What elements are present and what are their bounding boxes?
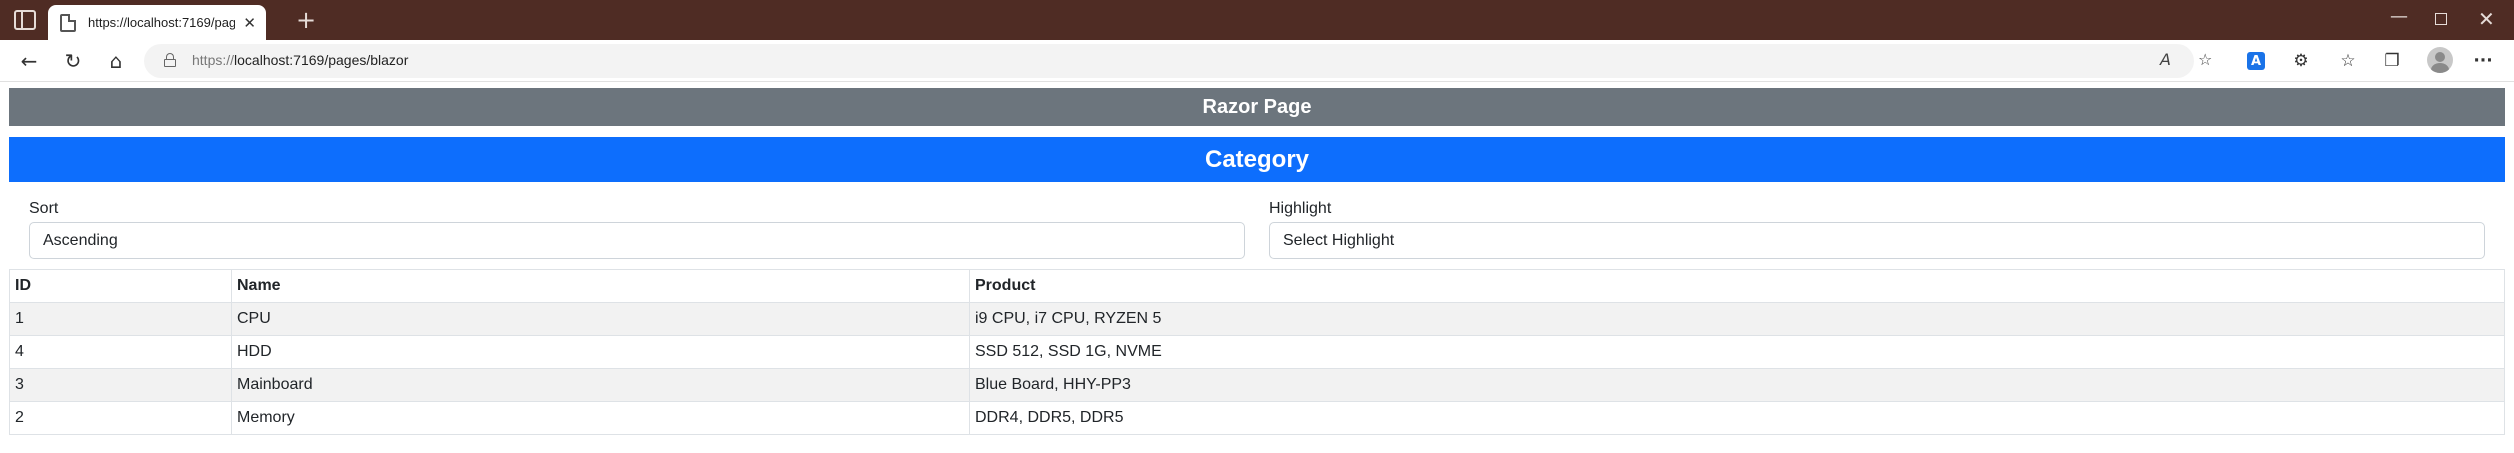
table-row[interactable]: 4 HDD SSD 512, SSD 1G, NVME [9, 335, 2505, 369]
browser-toolbar: ← ↻ ⌂ https://localhost:7169/pages/blazo… [0, 40, 2514, 82]
table-row[interactable]: 3 Mainboard Blue Board, HHY-PP3 [9, 368, 2505, 402]
tab-actions-icon[interactable] [14, 10, 36, 30]
tab-close-icon[interactable]: ✕ [243, 14, 256, 32]
table-row[interactable]: 1 CPU i9 CPU, i7 CPU, RYZEN 5 [9, 302, 2505, 336]
cell-name: CPU [231, 302, 970, 336]
tab-title: https://localhost:7169/pages/blazor [88, 15, 236, 30]
browser-titlebar: https://localhost:7169/pages/blazor ✕ + … [0, 0, 2514, 40]
page-favicon-icon [60, 13, 76, 32]
refresh-icon[interactable]: ↻ [60, 48, 86, 74]
column-header-product[interactable]: Product [969, 269, 2505, 303]
cell-product: SSD 512, SSD 1G, NVME [969, 335, 2505, 369]
column-header-id[interactable]: ID [9, 269, 232, 303]
column-header-name[interactable]: Name [231, 269, 970, 303]
cell-id: 3 [9, 368, 232, 402]
sort-label: Sort [29, 200, 59, 217]
address-url[interactable]: https://localhost:7169/pages/blazor [192, 52, 408, 68]
add-favorite-icon[interactable]: ☆ [2198, 50, 2212, 69]
minimize-icon[interactable]: — [2390, 6, 2408, 27]
cell-name: HDD [231, 335, 970, 369]
read-aloud-icon[interactable]: A [2160, 50, 2171, 69]
extensions-icon[interactable]: ⚙ [2290, 50, 2312, 72]
cell-product: i9 CPU, i7 CPU, RYZEN 5 [969, 302, 2505, 336]
collections-icon[interactable]: ❐ [2381, 50, 2403, 72]
browser-tab[interactable]: https://localhost:7169/pages/blazor ✕ [48, 5, 266, 40]
cell-name: Memory [231, 401, 970, 435]
cell-id: 1 [9, 302, 232, 336]
table-row[interactable]: 2 Memory DDR4, DDR5, DDR5 [9, 401, 2505, 435]
address-bar[interactable]: https://localhost:7169/pages/blazor A ☆ [144, 44, 2212, 78]
cell-id: 4 [9, 335, 232, 369]
translate-icon[interactable]: A [2247, 52, 2265, 70]
lock-icon[interactable] [164, 53, 176, 67]
page-content: Razor Page Category Sort Ascending Highl… [0, 83, 2514, 453]
cell-product: Blue Board, HHY-PP3 [969, 368, 2505, 402]
cell-name: Mainboard [231, 368, 970, 402]
new-tab-icon[interactable]: + [296, 8, 316, 32]
more-menu-icon[interactable]: ··· [2472, 50, 2494, 72]
table-header-row: ID Name Product [9, 269, 2505, 303]
favorites-icon[interactable]: ☆ [2337, 50, 2359, 72]
maximize-icon[interactable] [2435, 13, 2447, 25]
window-close-icon[interactable]: ✕ [2478, 7, 2495, 31]
highlight-label: Highlight [1269, 200, 1332, 217]
category-table: ID Name Product 1 CPU i9 CPU, i7 CPU, RY… [9, 269, 2505, 435]
cell-id: 2 [9, 401, 232, 435]
cell-product: DDR4, DDR5, DDR5 [969, 401, 2505, 435]
razor-page-header: Razor Page [9, 88, 2505, 126]
sort-select[interactable]: Ascending [29, 222, 1245, 259]
highlight-select[interactable]: Select Highlight [1269, 222, 2485, 259]
profile-avatar[interactable] [2427, 47, 2453, 73]
home-icon[interactable]: ⌂ [103, 48, 129, 74]
category-title: Category [9, 137, 2505, 182]
back-arrow-icon[interactable]: ← [16, 48, 42, 74]
